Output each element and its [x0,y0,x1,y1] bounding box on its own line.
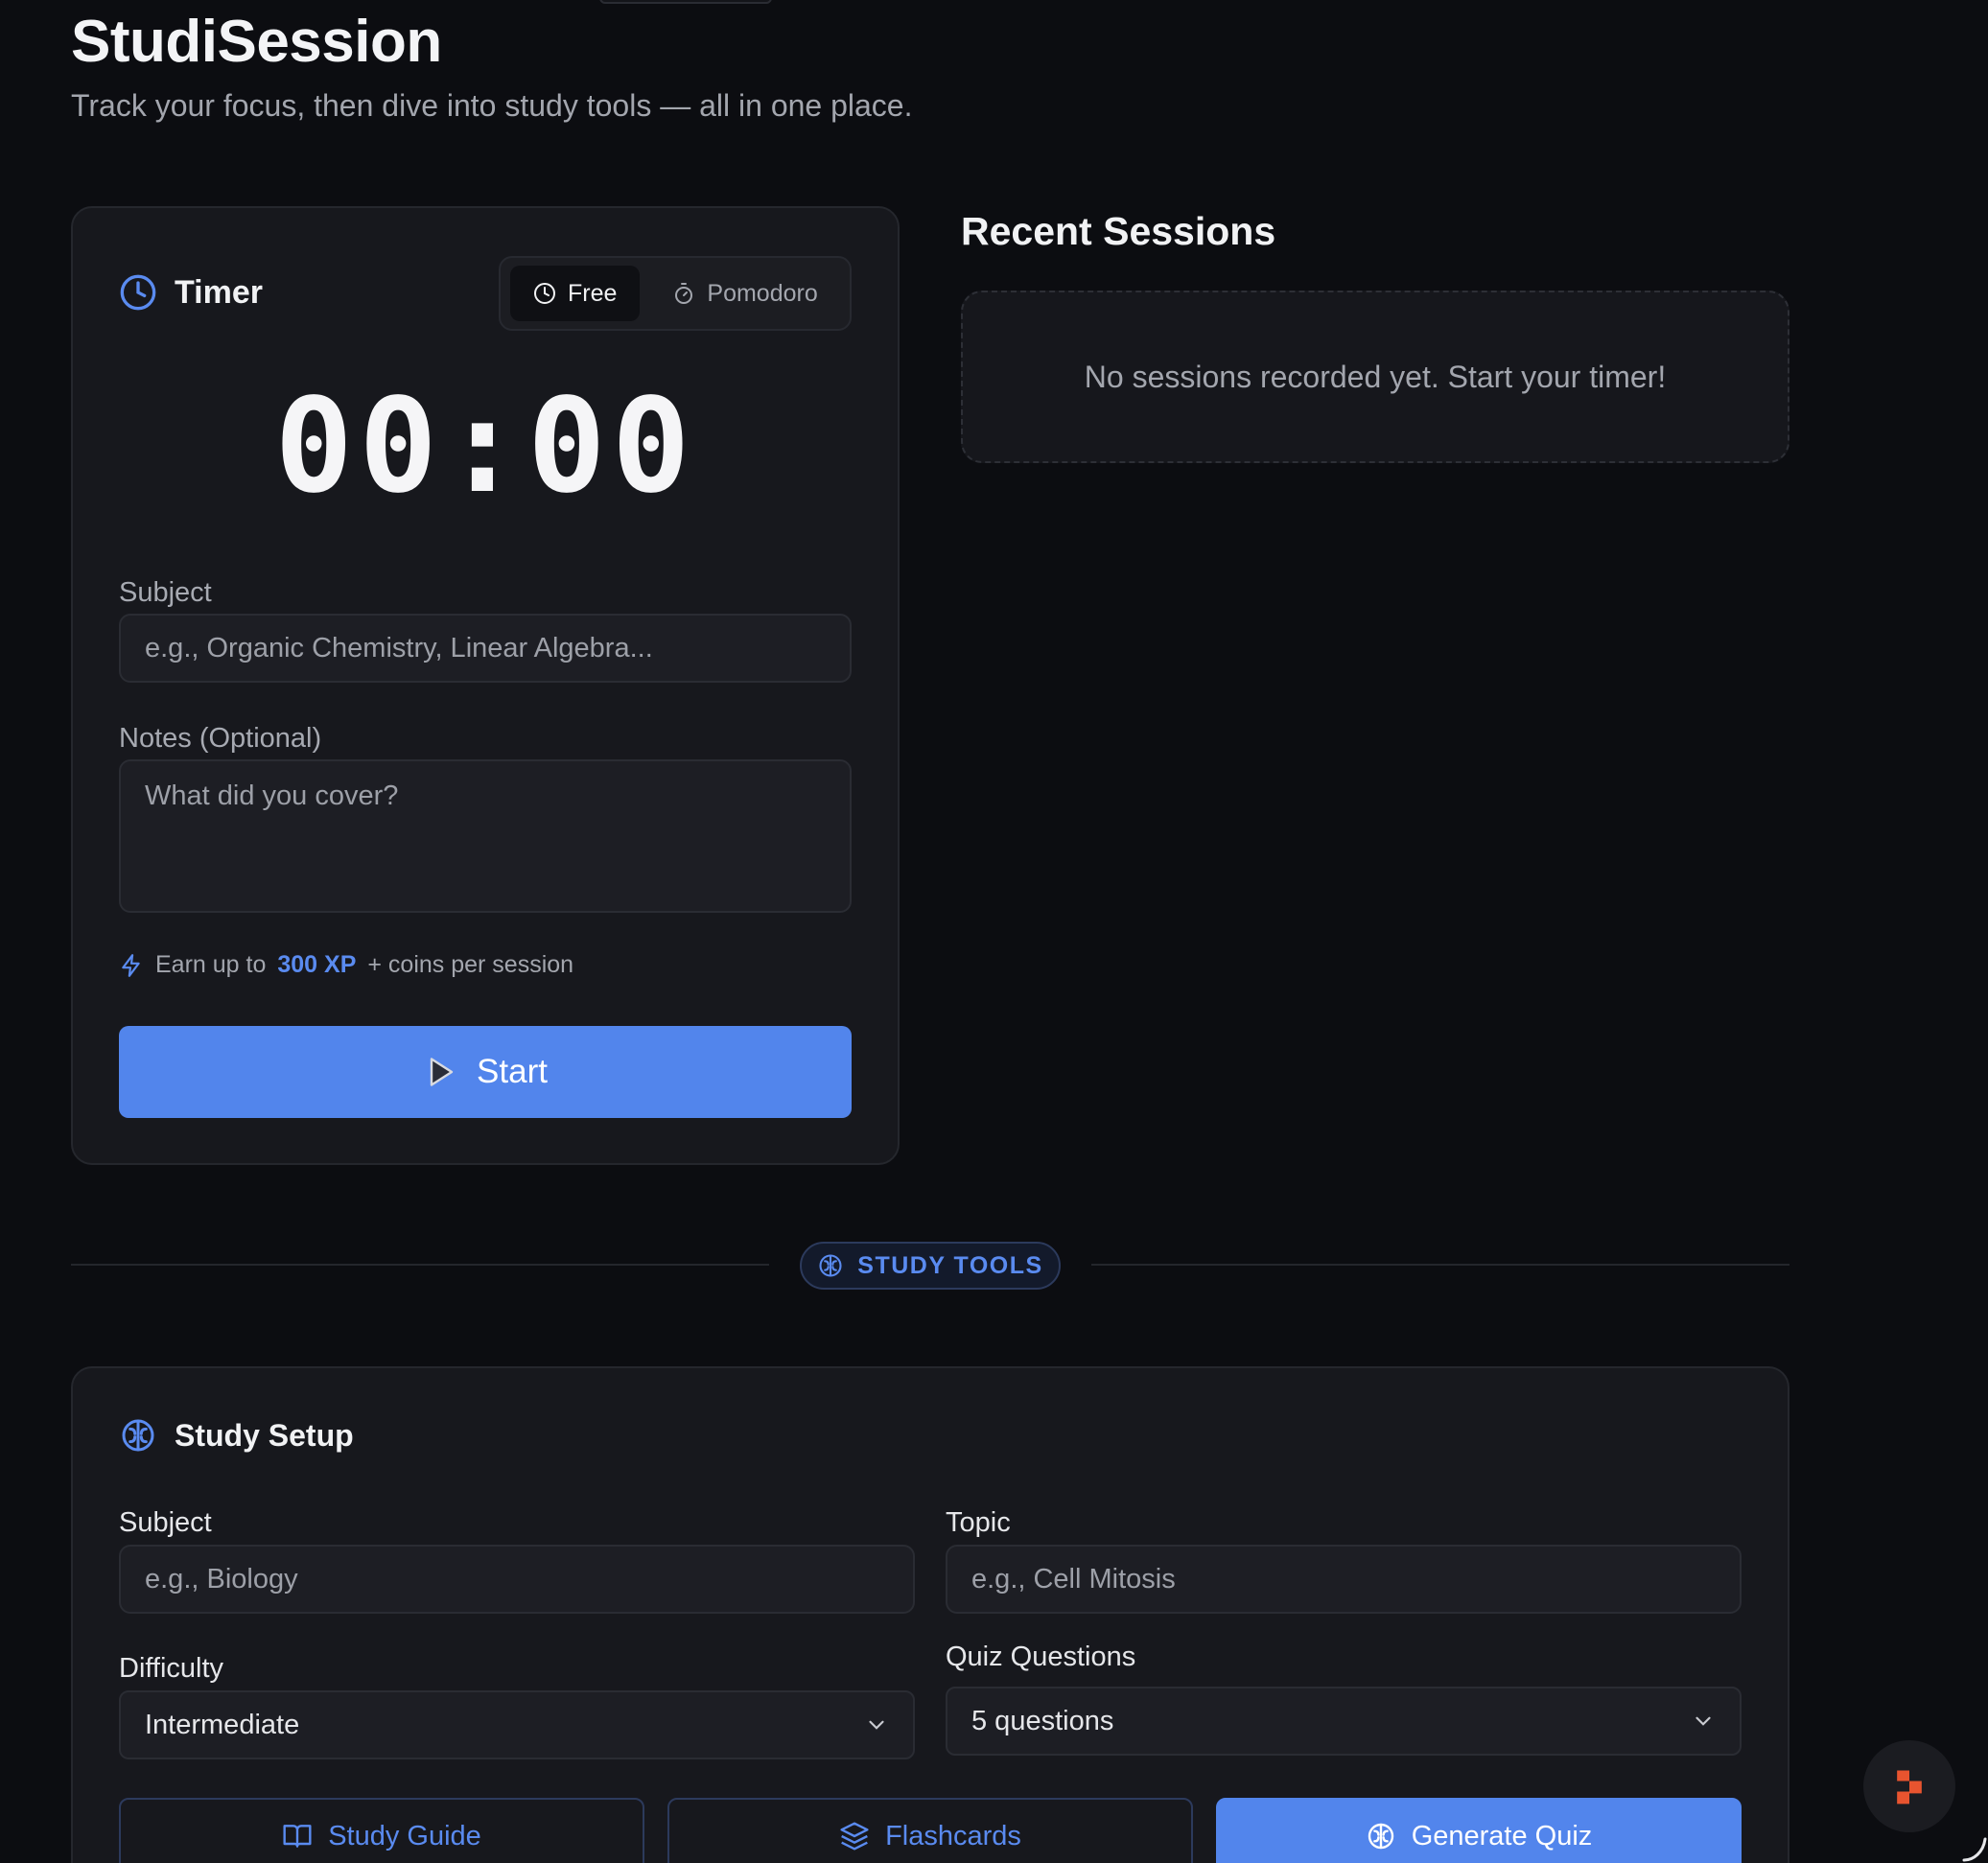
page: StudiSession Track your focus, then dive… [0,0,1988,1863]
timer-display: 00:00 [274,371,696,523]
brain-icon [819,1254,842,1277]
setup-subject-label: Subject [119,1507,212,1538]
mode-free-label: Free [568,279,618,307]
difficulty-label: Difficulty [119,1653,224,1684]
divider-line-left [71,1264,769,1266]
study-guide-label: Study Guide [328,1820,481,1851]
recent-sessions-empty: No sessions recorded yet. Start your tim… [961,291,1789,463]
study-setup-title: Study Setup [175,1417,354,1453]
study-tools-badge: STUDY TOOLS [800,1242,1061,1290]
clock-icon [534,283,555,304]
mode-free-button[interactable]: Free [510,266,641,321]
brain-icon [122,1419,154,1452]
study-setup-header: Study Setup [119,1416,354,1455]
stopwatch-icon [675,283,693,304]
page-subtitle: Track your focus, then dive into study t… [71,88,913,123]
xp-prefix: Earn up to [155,951,267,978]
floating-app-button[interactable] [1863,1740,1955,1832]
difficulty-value: Intermediate [145,1709,300,1740]
top-handle[interactable] [599,0,772,4]
timer-notes-textarea[interactable]: What did you cover? [119,759,852,913]
mode-pomodoro-label: Pomodoro [707,279,818,307]
xp-suffix: + coins per session [367,951,574,978]
setup-subject-input[interactable]: e.g., Biology [119,1545,915,1614]
generate-quiz-label: Generate Quiz [1411,1820,1593,1851]
chevron-down-icon [1696,1716,1711,1726]
chevron-down-icon [869,1720,884,1730]
layers-icon [840,1822,869,1851]
timer-title: Timer [175,273,263,311]
timer-card: Timer Free Pomodoro 00:00 Subject e.g., … [71,206,900,1165]
quiz-questions-label: Quiz Questions [946,1642,1136,1672]
setup-topic-label: Topic [946,1507,1011,1538]
brain-icon [1368,1823,1393,1850]
empty-message: No sessions recorded yet. Start your tim… [1084,359,1667,394]
clock-icon [120,274,156,311]
timer-subject-input[interactable]: e.g., Organic Chemistry, Linear Algebra.… [119,614,852,683]
recent-sessions-title: Recent Sessions [961,209,1276,253]
xp-amount: 300 XP [277,951,357,978]
timer-subject-label: Subject [119,577,212,608]
generate-quiz-button[interactable]: Generate Quiz [1216,1798,1742,1863]
timer-notes-label: Notes (Optional) [119,723,322,754]
study-setup-card: Study Setup [71,1366,1789,1863]
timer-mode-toggle: Free Pomodoro [499,256,852,331]
setup-topic-placeholder: e.g., Cell Mitosis [971,1563,1176,1595]
timer-subject-placeholder: e.g., Organic Chemistry, Linear Algebra.… [145,632,653,664]
quiz-questions-select[interactable]: 5 questions [946,1687,1742,1756]
lightning-icon [122,953,140,977]
start-label: Start [477,1053,548,1090]
timer-header: Timer [119,273,263,312]
resize-handle-icon[interactable] [1960,1833,1988,1862]
divider-line-right [1091,1264,1789,1266]
flashcards-label: Flashcards [885,1820,1021,1851]
xp-info: Earn up to 300 XP + coins per session [119,951,573,979]
flashcards-button[interactable]: Flashcards [667,1798,1193,1863]
mode-pomodoro-button[interactable]: Pomodoro [649,266,840,321]
book-open-icon [283,1825,312,1848]
study-tools-label: STUDY TOOLS [857,1251,1043,1279]
setup-subject-placeholder: e.g., Biology [145,1563,298,1595]
timer-notes-placeholder: What did you cover? [145,780,399,811]
setup-topic-input[interactable]: e.g., Cell Mitosis [946,1545,1742,1614]
start-button[interactable]: Start [119,1026,852,1118]
difficulty-select[interactable]: Intermediate [119,1690,915,1759]
study-guide-button[interactable]: Study Guide [119,1798,644,1863]
quiz-questions-value: 5 questions [971,1705,1114,1736]
page-title: StudiSession [71,9,442,75]
brand-logo-icon [1897,1770,1922,1805]
play-icon [430,1058,454,1086]
